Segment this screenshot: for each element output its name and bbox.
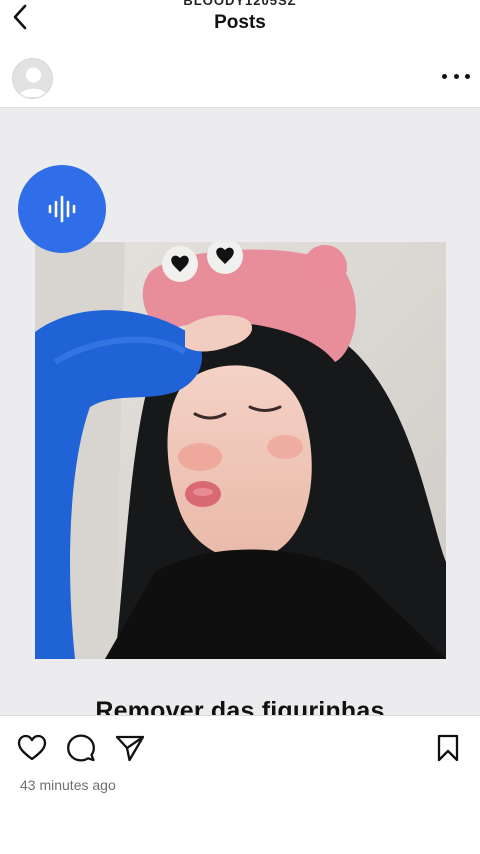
default-avatar-icon [19, 67, 48, 97]
post-actions [0, 728, 480, 768]
heart-icon [17, 734, 47, 761]
post-content[interactable]: Remover das figurinhas [0, 107, 480, 716]
share-button[interactable] [113, 731, 147, 765]
more-dot [465, 73, 470, 79]
more-dot [442, 73, 447, 79]
audio-waveform-icon [48, 195, 76, 223]
save-button[interactable] [431, 731, 465, 765]
like-button[interactable] [15, 731, 49, 765]
post-photo[interactable] [35, 242, 446, 659]
post-header [0, 55, 480, 103]
bookmark-icon [437, 734, 459, 762]
top-bar: BLOODY1205SZ Posts [0, 0, 480, 44]
profile-username: BLOODY1205SZ [183, 0, 297, 8]
post-timestamp: 43 minutes ago [20, 777, 116, 793]
photo-illustration [35, 242, 446, 659]
more-options-button[interactable] [442, 65, 470, 87]
more-dot [453, 73, 459, 79]
post-caption: Remover das figurinhas [95, 697, 385, 716]
comment-button[interactable] [64, 731, 98, 765]
audio-badge[interactable] [18, 165, 106, 253]
send-icon [115, 735, 145, 762]
comment-icon [67, 734, 95, 762]
avatar[interactable] [12, 58, 53, 99]
page-title: Posts [214, 12, 266, 33]
